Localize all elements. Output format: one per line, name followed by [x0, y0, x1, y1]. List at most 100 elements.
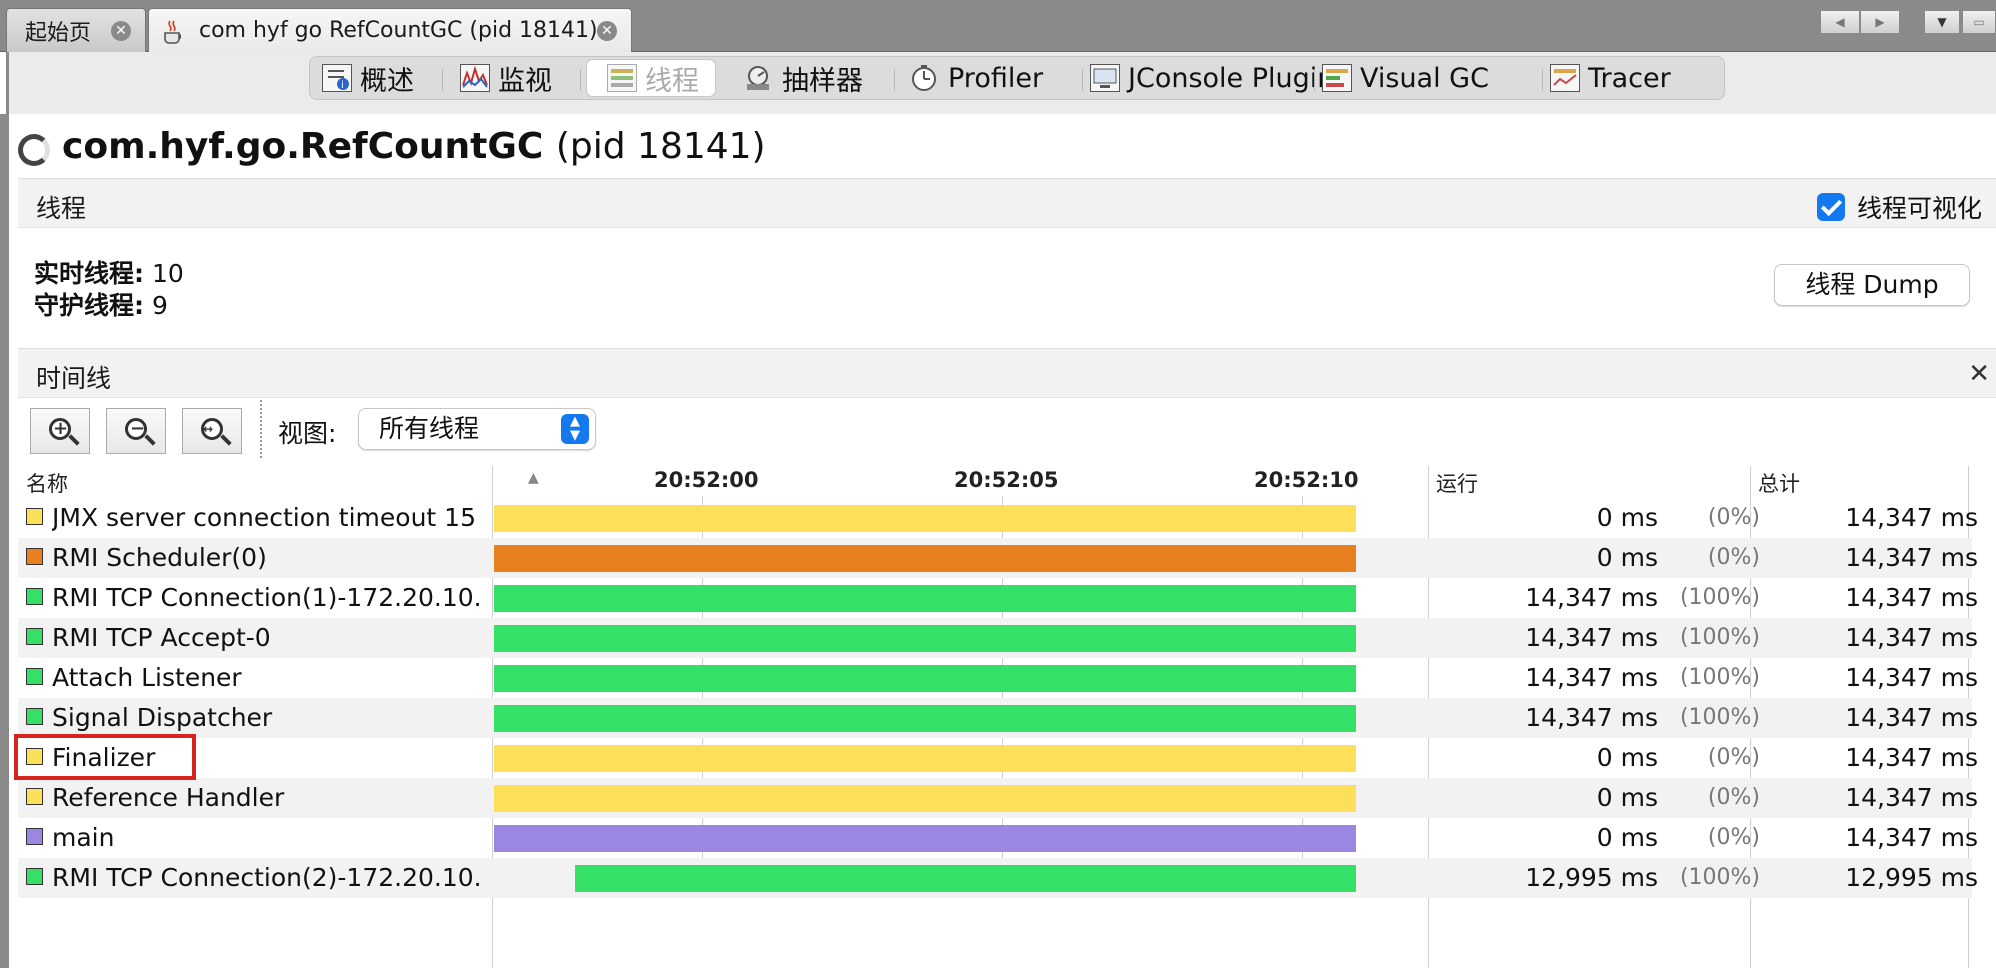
table-row[interactable]: Reference Handler 0 ms (0%) 14,347 ms — [18, 778, 1978, 818]
total-time: 14,347 ms — [1845, 543, 1978, 572]
running-time: 0 ms — [1596, 743, 1658, 772]
tab-list-dropdown[interactable]: ▼ — [1924, 10, 1960, 34]
timeline-bar — [494, 665, 1356, 692]
thread-state-swatch — [26, 628, 43, 645]
running-time: 14,347 ms — [1525, 663, 1658, 692]
table-row[interactable]: JMX server connection timeout 15 0 ms (0%)… — [18, 498, 1978, 538]
tab-start-page[interactable]: 起始页 ✕ — [6, 8, 146, 52]
running-time: 0 ms — [1596, 503, 1658, 532]
time-tick-label: 20:52:10 — [1254, 468, 1359, 492]
zoom-in-button[interactable]: + — [30, 408, 90, 454]
timeline-bar — [494, 705, 1356, 732]
table-row[interactable]: Signal Dispatcher 14,347 ms (100%) 14,347 m… — [18, 698, 1978, 738]
timeline-section-title: 时间线 — [36, 364, 112, 393]
view-select-value: 所有线程 — [379, 414, 480, 443]
tab-sampler[interactable]: 抽样器 — [744, 59, 863, 97]
running-time: 12,995 ms — [1525, 863, 1658, 892]
thread-name: JMX server connection timeout 15 — [52, 503, 476, 532]
timeline-bar — [575, 865, 1356, 892]
column-name-header[interactable]: 名称 — [26, 468, 68, 498]
tab-threads-label: 线程 — [645, 65, 699, 97]
tab-application[interactable]: com hyf go RefCountGC (pid 18141) ✕ — [148, 8, 632, 52]
thread-state-swatch — [26, 828, 43, 845]
monitor-icon — [460, 64, 490, 92]
tracer-icon — [1550, 64, 1580, 92]
thread-name: RMI TCP Connection(1)-172.20.10. — [52, 583, 482, 612]
table-row[interactable]: RMI TCP Connection(1)-172.20.10. 14,347 m… — [18, 578, 1978, 618]
close-icon[interactable]: ✕ — [1968, 359, 1990, 389]
timeline-bar — [494, 505, 1356, 532]
close-icon[interactable]: ✕ — [597, 21, 617, 41]
toolbar-divider — [260, 400, 262, 458]
running-time: 14,347 ms — [1525, 583, 1658, 612]
thread-state-swatch — [26, 588, 43, 605]
column-running-header[interactable]: 运行 — [1436, 468, 1478, 498]
column-total-header[interactable]: 总计 — [1758, 468, 1800, 498]
document-tab-bar: 起始页 ✕ com hyf go RefCountGC (pid 18141) … — [0, 0, 1996, 52]
svg-text:i: i — [341, 80, 344, 91]
visualize-threads-checkbox[interactable]: 线程可视化 — [1816, 189, 1982, 225]
zoom-out-button[interactable]: − — [106, 408, 166, 454]
thread-name: RMI TCP Connection(2)-172.20.10. — [52, 863, 482, 892]
view-tab-toolbar: i 概述 监视 线程 抽样器 Profiler JConsole Plugins — [6, 52, 1996, 114]
daemon-threads-label: 守护线程: — [34, 291, 144, 320]
close-icon[interactable]: ✕ — [111, 21, 131, 41]
thread-name: RMI Scheduler(0) — [52, 543, 267, 572]
total-time: 14,347 ms — [1845, 583, 1978, 612]
total-time: 14,347 ms — [1845, 783, 1978, 812]
scroll-left-button[interactable]: ◀ — [1820, 10, 1860, 34]
thread-state-swatch — [26, 788, 43, 805]
daemon-threads-value: 9 — [151, 291, 168, 320]
tab-jconsole-plugins[interactable]: JConsole Plugins — [1090, 59, 1348, 97]
thread-name: Reference Handler — [52, 783, 285, 812]
scroll-right-button[interactable]: ▶ — [1860, 10, 1900, 34]
checkbox-checked-icon[interactable] — [1816, 193, 1845, 221]
table-row[interactable]: RMI TCP Connection(2)-172.20.10. 12,995 m… — [18, 858, 1978, 898]
table-row[interactable]: RMI Scheduler(0) 0 ms (0%) 14,347 ms — [18, 538, 1978, 578]
timeline-bar — [494, 585, 1356, 612]
restore-window-button[interactable]: ▭ — [1962, 10, 1996, 34]
tab-monitor[interactable]: 监视 — [460, 59, 552, 97]
tab-monitor-label: 监视 — [498, 65, 552, 97]
running-time: 0 ms — [1596, 543, 1658, 572]
tab-tracer[interactable]: Tracer — [1550, 59, 1671, 97]
thread-dump-button[interactable]: 线程 Dump — [1774, 264, 1970, 306]
tab-threads[interactable]: 线程 — [586, 59, 716, 97]
tab-profiler-label: Profiler — [948, 62, 1044, 94]
running-time: 0 ms — [1596, 823, 1658, 852]
total-time: 14,347 ms — [1845, 703, 1978, 732]
tab-profiler[interactable]: Profiler — [910, 59, 1043, 97]
thread-name: RMI TCP Accept-0 — [52, 623, 271, 652]
table-row[interactable]: Finalizer 0 ms (0%) 14,347 ms — [18, 738, 1978, 778]
tab-visual-gc-label: Visual GC — [1360, 62, 1489, 94]
table-row[interactable]: main 0 ms (0%) 14,347 ms — [18, 818, 1978, 858]
timeline-bar — [494, 825, 1356, 852]
tab-overview[interactable]: i 概述 — [322, 59, 414, 97]
total-time: 14,347 ms — [1845, 743, 1978, 772]
view-select[interactable]: 所有线程 ▲ ▼ — [358, 408, 596, 450]
live-threads-label: 实时线程: — [34, 259, 144, 288]
time-tick-label: 20:52:00 — [654, 468, 759, 492]
total-time: 14,347 ms — [1845, 623, 1978, 652]
thread-state-swatch — [26, 548, 43, 565]
thread-state-swatch — [26, 668, 43, 685]
thread-name: Attach Listener — [52, 663, 242, 692]
sort-arrow-icon[interactable]: ▲ — [528, 470, 539, 486]
total-time: 12,995 ms — [1845, 863, 1978, 892]
tab-tracer-label: Tracer — [1588, 62, 1671, 94]
threads-icon — [607, 64, 637, 92]
page-title: com.hyf.go.RefCountGC (pid 18141) — [62, 126, 766, 167]
total-time: 14,347 ms — [1845, 663, 1978, 692]
thread-name: Signal Dispatcher — [52, 703, 273, 732]
table-row[interactable]: RMI TCP Accept-0 14,347 ms (100%) 14,347 ms — [18, 618, 1978, 658]
finalizer-highlight-box — [14, 734, 196, 780]
thread-state-swatch — [26, 868, 43, 885]
timeline-section-header: 时间线 ✕ — [18, 348, 1996, 398]
table-row[interactable]: Attach Listener 14,347 ms (100%) 14,347 ms — [18, 658, 1978, 698]
timeline-bar — [494, 545, 1356, 572]
visualize-threads-label: 线程可视化 — [1856, 194, 1982, 223]
tab-visual-gc[interactable]: Visual GC — [1322, 59, 1489, 97]
total-time: 14,347 ms — [1845, 823, 1978, 852]
fit-zoom-button[interactable]: ↔ — [182, 408, 242, 454]
running-time: 14,347 ms — [1525, 703, 1658, 732]
